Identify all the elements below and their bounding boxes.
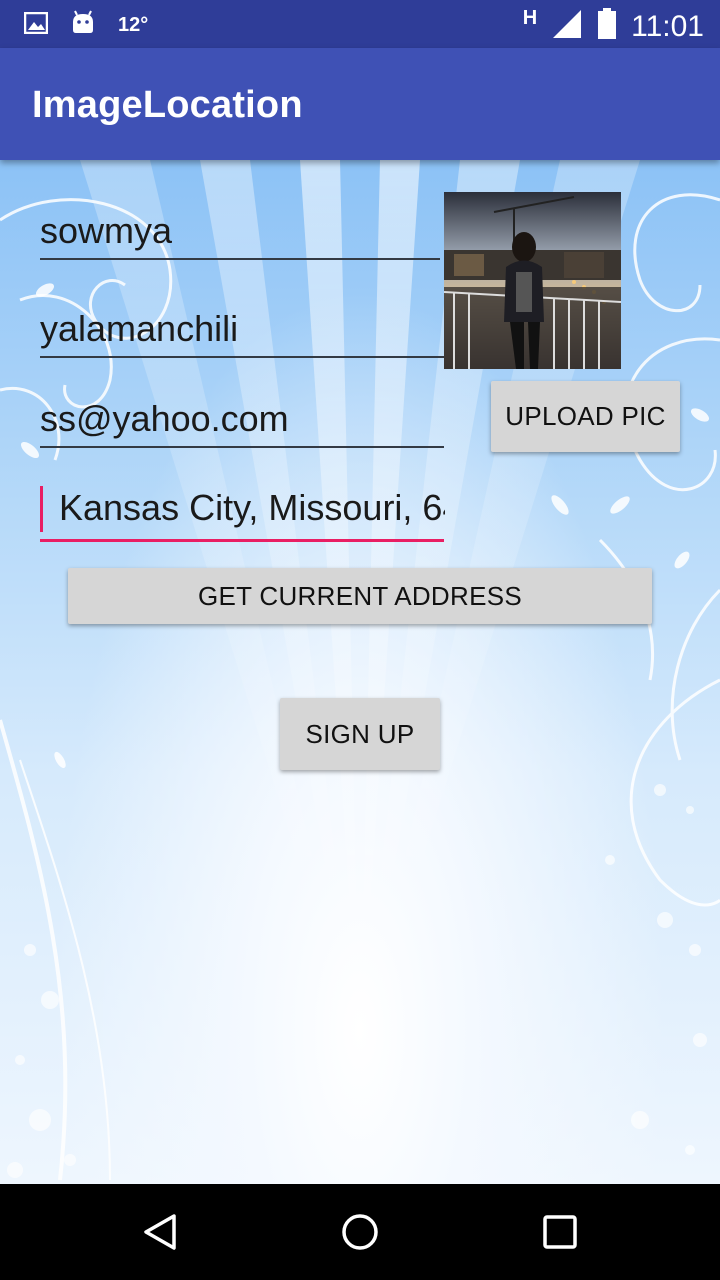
gallery-icon (23, 11, 49, 39)
upload-pic-button[interactable]: UPLOAD PIC (491, 381, 680, 452)
network-type-text: H (522, 7, 538, 29)
app-bar: ImageLocation (0, 48, 720, 160)
text-cursor (40, 486, 43, 532)
signal-icon (551, 8, 583, 45)
main-content: sowmya yalamanchili ss@yahoo.com Kansas … (0, 160, 720, 1184)
email-field[interactable]: ss@yahoo.com (40, 398, 444, 448)
navigation-bar (0, 1184, 720, 1280)
temperature-text: 12° (118, 14, 149, 36)
last-name-value: yalamanchili (40, 308, 239, 349)
back-icon[interactable] (140, 1212, 180, 1257)
last-name-field[interactable]: yalamanchili (40, 308, 444, 358)
app-title: ImageLocation (32, 84, 303, 126)
get-current-address-button[interactable]: GET CURRENT ADDRESS (68, 568, 652, 624)
first-name-value: sowmya (40, 210, 173, 251)
first-name-field[interactable]: sowmya (40, 210, 440, 260)
profile-photo (444, 192, 621, 369)
battery-icon (597, 8, 617, 45)
email-value: ss@yahoo.com (40, 398, 289, 439)
android-icon (70, 10, 96, 41)
recents-icon[interactable] (542, 1214, 578, 1255)
status-bar: 12° H 11:01 (0, 0, 720, 48)
address-value: Kansas City, Missouri, 64 (59, 487, 445, 528)
home-icon[interactable] (340, 1212, 380, 1257)
clock-text: 11:01 (631, 9, 704, 43)
address-field[interactable]: Kansas City, Missouri, 64 (40, 486, 445, 542)
sign-up-button[interactable]: SIGN UP (280, 698, 440, 770)
